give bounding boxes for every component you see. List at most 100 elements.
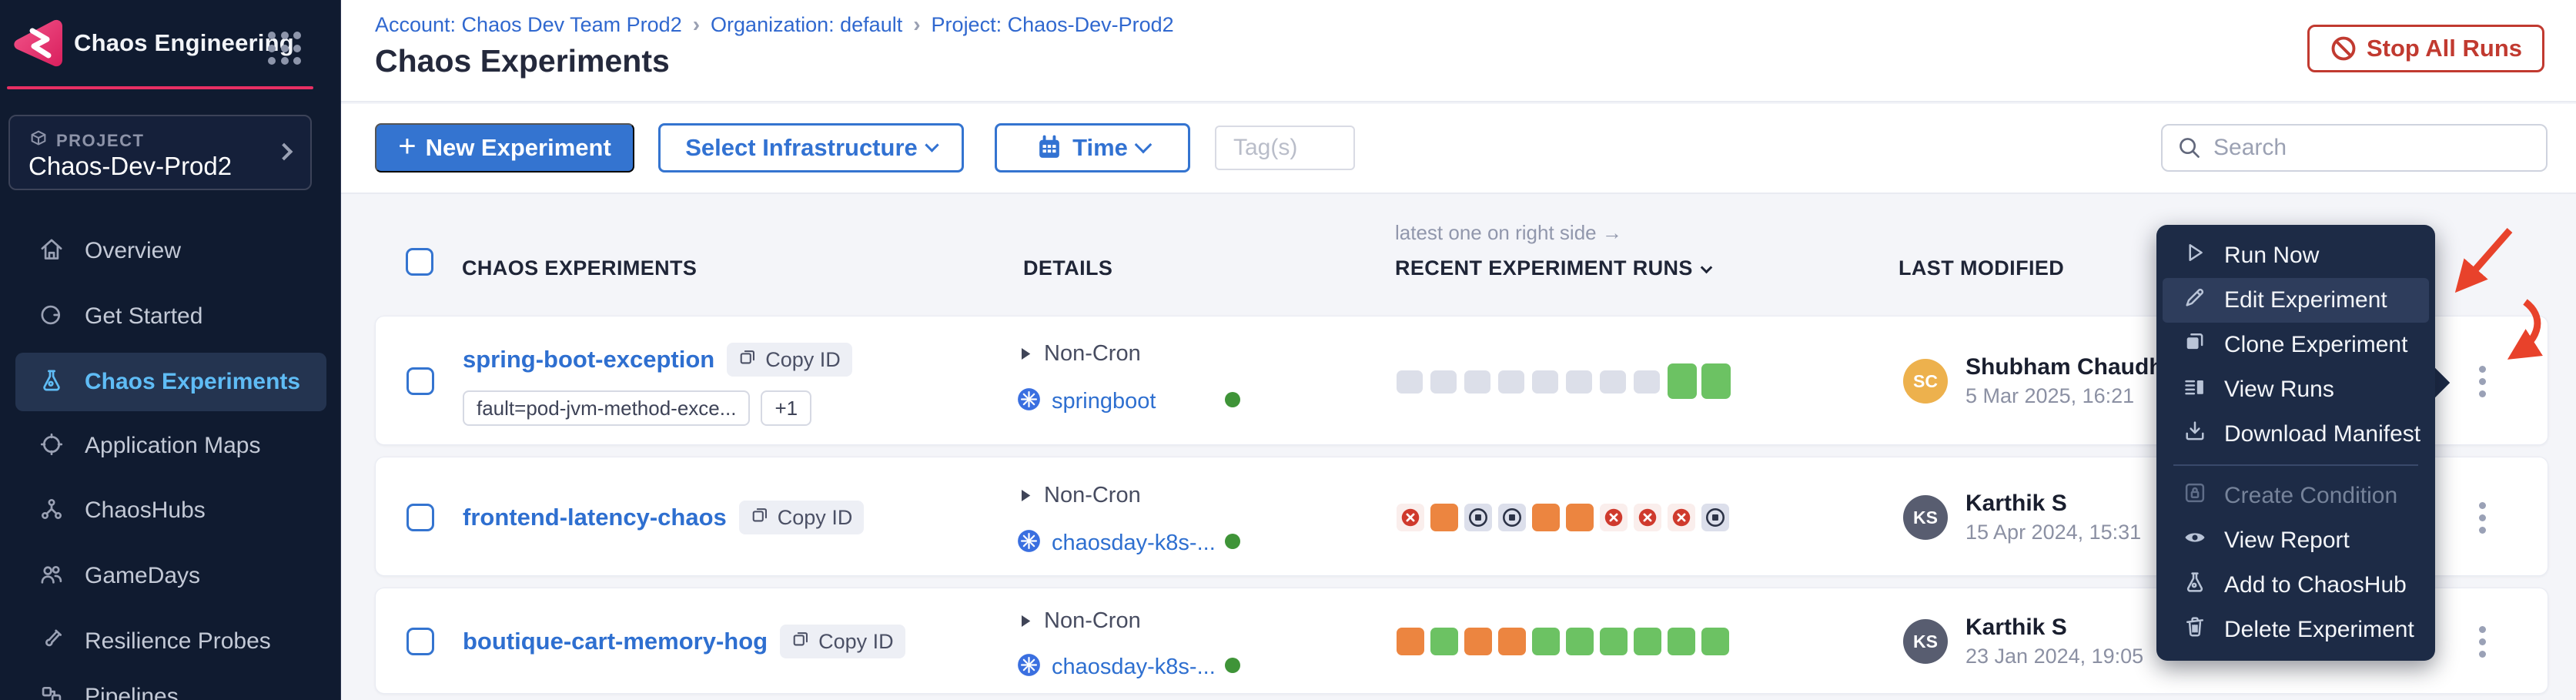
run-status-interrupted[interactable] bbox=[1566, 504, 1594, 531]
copy-id-button[interactable]: Copy ID bbox=[780, 625, 905, 658]
menu-item-view-report[interactable]: View Report bbox=[2163, 518, 2429, 563]
breadcrumb-link[interactable]: Project: Chaos-Dev-Prod2 bbox=[932, 13, 1174, 37]
menu-item-run-now[interactable]: Run Now bbox=[2163, 233, 2429, 278]
search-box bbox=[2161, 124, 2548, 172]
run-status-none[interactable] bbox=[1430, 370, 1457, 394]
sidebar-item-chaoshubs[interactable]: ChaosHubs bbox=[15, 481, 326, 540]
sidebar: Chaos Engineering PROJECT Chaos-Dev-Prod… bbox=[0, 0, 341, 700]
new-experiment-label: New Experiment bbox=[426, 134, 611, 162]
run-status-failed[interactable] bbox=[1668, 504, 1695, 531]
run-status-none[interactable] bbox=[1600, 370, 1626, 394]
breadcrumb-link[interactable]: Account: Chaos Dev Team Prod2 bbox=[375, 13, 682, 37]
schedule-type: Non-Cron bbox=[1044, 483, 1141, 508]
copy-id-button[interactable]: Copy ID bbox=[739, 501, 865, 534]
flask-icon bbox=[2183, 570, 2207, 601]
column-header-recent-runs[interactable]: RECENT EXPERIMENT RUNS bbox=[1395, 256, 1711, 280]
infrastructure-link[interactable]: chaosday-k8s-... bbox=[1052, 531, 1216, 556]
experiment-name-link[interactable]: boutique-cart-memory-hog bbox=[463, 628, 768, 655]
menu-item-label: Add to ChaosHub bbox=[2224, 572, 2407, 598]
run-status-none[interactable] bbox=[1397, 370, 1423, 394]
run-status-success[interactable] bbox=[1701, 628, 1729, 655]
sidebar-item-get-started[interactable]: Get Started bbox=[15, 287, 326, 346]
experiment-name-link[interactable]: frontend-latency-chaos bbox=[463, 504, 727, 531]
menu-item-edit-experiment[interactable]: Edit Experiment bbox=[2163, 278, 2429, 323]
search-input[interactable] bbox=[2213, 135, 2532, 161]
new-experiment-button[interactable]: + New Experiment bbox=[375, 123, 634, 172]
run-status-interrupted[interactable] bbox=[1430, 504, 1458, 531]
run-status-failed[interactable] bbox=[1600, 504, 1628, 531]
run-status-success[interactable] bbox=[1566, 628, 1594, 655]
row-options-kebab-button[interactable] bbox=[2464, 621, 2501, 662]
menu-item-label: Run Now bbox=[2224, 243, 2319, 269]
breadcrumb-link[interactable]: Organization: default bbox=[711, 13, 902, 37]
module-grid-icon[interactable] bbox=[268, 32, 302, 65]
row-checkbox[interactable] bbox=[406, 628, 434, 655]
modified-by: Karthik S bbox=[1965, 615, 2067, 641]
infrastructure-link[interactable]: chaosday-k8s-... bbox=[1052, 655, 1216, 680]
sidebar-item-application-maps[interactable]: Application Maps bbox=[15, 417, 326, 475]
get-started-icon bbox=[38, 302, 65, 332]
stop-all-runs-button[interactable]: Stop All Runs bbox=[2307, 25, 2544, 72]
run-status-stopped[interactable] bbox=[1498, 504, 1526, 531]
run-status-success[interactable] bbox=[1701, 363, 1731, 399]
modified-date: 5 Mar 2025, 16:21 bbox=[1965, 384, 2134, 408]
run-status-success[interactable] bbox=[1600, 628, 1628, 655]
project-selector[interactable]: PROJECT Chaos-Dev-Prod2 bbox=[8, 115, 312, 190]
run-status-none[interactable] bbox=[1566, 370, 1592, 394]
sidebar-item-pipelines[interactable]: Pipelines bbox=[15, 668, 326, 700]
project-cube-icon bbox=[28, 129, 49, 152]
run-status-interrupted[interactable] bbox=[1464, 628, 1492, 655]
experiment-name-link[interactable]: spring-boot-exception bbox=[463, 346, 714, 373]
column-header-last-modified: LAST MODIFIED bbox=[1899, 256, 2064, 280]
run-status-success[interactable] bbox=[1532, 628, 1560, 655]
run-status-stopped[interactable] bbox=[1701, 504, 1729, 531]
run-status-interrupted[interactable] bbox=[1397, 628, 1424, 655]
run-status-failed[interactable] bbox=[1397, 504, 1424, 531]
sidebar-item-chaos-experiments[interactable]: Chaos Experiments bbox=[15, 353, 326, 411]
expand-play-icon[interactable] bbox=[1017, 613, 1033, 629]
menu-item-delete-experiment[interactable]: Delete Experiment bbox=[2163, 608, 2429, 652]
modified-by: Karthik S bbox=[1965, 491, 2067, 517]
run-status-none[interactable] bbox=[1532, 370, 1558, 394]
run-status-success[interactable] bbox=[1668, 628, 1695, 655]
infrastructure-link[interactable]: springboot bbox=[1052, 389, 1156, 414]
run-status-none[interactable] bbox=[1498, 370, 1524, 394]
run-status-interrupted[interactable] bbox=[1532, 504, 1560, 531]
menu-item-download-manifest[interactable]: Download Manifest bbox=[2163, 412, 2429, 457]
expand-play-icon[interactable] bbox=[1017, 346, 1033, 362]
calendar-icon bbox=[1035, 134, 1063, 162]
expand-play-icon[interactable] bbox=[1017, 487, 1033, 504]
schedule-type: Non-Cron bbox=[1044, 341, 1141, 367]
tags-filter-input[interactable] bbox=[1215, 126, 1355, 170]
sidebar-item-resilience-probes[interactable]: Resilience Probes bbox=[15, 612, 326, 671]
sidebar-item-label: Chaos Experiments bbox=[85, 369, 300, 395]
network-icon bbox=[38, 496, 65, 526]
sidebar-item-gamedays[interactable]: GameDays bbox=[15, 547, 326, 605]
run-status-none[interactable] bbox=[1634, 370, 1660, 394]
menu-item-clone-experiment[interactable]: Clone Experiment bbox=[2163, 323, 2429, 367]
run-status-success[interactable] bbox=[1430, 628, 1458, 655]
sidebar-item-overview[interactable]: Overview bbox=[15, 222, 326, 280]
row-options-kebab-button[interactable] bbox=[2464, 360, 2501, 402]
modified-date: 15 Apr 2024, 15:31 bbox=[1965, 521, 2141, 544]
select-infrastructure-dropdown[interactable]: Select Infrastructure bbox=[658, 123, 964, 172]
experiment-tag[interactable]: +1 bbox=[761, 390, 811, 426]
menu-item-add-to-chaoshub[interactable]: Add to ChaosHub bbox=[2163, 563, 2429, 608]
run-status-stopped[interactable] bbox=[1464, 504, 1492, 531]
select-all-checkbox[interactable] bbox=[406, 248, 433, 276]
toolbar: + New Experiment Select Infrastructure T… bbox=[341, 104, 2576, 194]
row-checkbox[interactable] bbox=[406, 504, 434, 531]
run-status-none[interactable] bbox=[1464, 370, 1490, 394]
run-status-success[interactable] bbox=[1668, 363, 1697, 399]
row-checkbox[interactable] bbox=[406, 367, 434, 395]
run-status-interrupted[interactable] bbox=[1498, 628, 1526, 655]
runs-hint: latest one on right side → bbox=[1395, 221, 1622, 245]
run-status-success[interactable] bbox=[1634, 628, 1661, 655]
row-options-kebab-button[interactable] bbox=[2464, 497, 2501, 538]
copy-id-button[interactable]: Copy ID bbox=[727, 343, 852, 377]
menu-item-view-runs[interactable]: View Runs bbox=[2163, 367, 2429, 412]
experiment-tag[interactable]: fault=pod-jvm-method-exce... bbox=[463, 390, 750, 426]
pipeline-icon bbox=[38, 682, 65, 700]
run-status-failed[interactable] bbox=[1634, 504, 1661, 531]
time-filter-dropdown[interactable]: Time bbox=[995, 123, 1190, 172]
